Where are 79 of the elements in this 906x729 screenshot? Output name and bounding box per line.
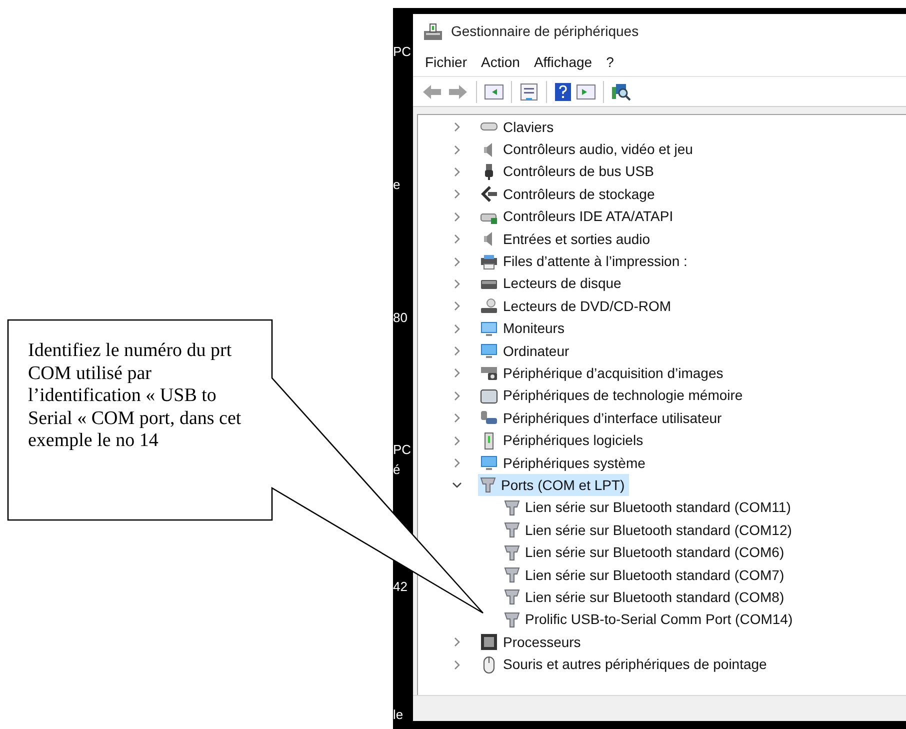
chevron-right-icon[interactable] — [452, 278, 462, 289]
tree-item[interactable]: Périphériques système — [478, 452, 650, 474]
monitor-icon — [480, 454, 498, 472]
tree-item[interactable]: Lien série sur Bluetooth standard (COM11) — [502, 496, 795, 519]
processor-chip-icon — [480, 633, 498, 652]
desktop-label: PC — [393, 43, 412, 61]
chevron-right-icon[interactable] — [452, 144, 462, 155]
tree-item[interactable]: Processeurs — [478, 631, 585, 654]
chevron-down-icon[interactable] — [452, 480, 462, 490]
callout-text: Identifiez le numéro du prt COM utilisé par l’identification « USB to Serial « COM port, dans cet exemple le no 14 — [28, 340, 242, 453]
chevron-right-icon[interactable] — [452, 413, 462, 424]
desktop-label: é — [393, 461, 400, 479]
monitor-icon — [480, 342, 498, 360]
scanner-camera-icon — [480, 364, 498, 382]
tree-item[interactable]: Lien série sur Bluetooth standard (COM12) — [502, 519, 796, 542]
chevron-right-icon[interactable] — [452, 166, 462, 177]
tree-item[interactable]: Périphériques de technologie mémoire — [478, 384, 747, 407]
desktop-label: 80 — [393, 309, 408, 327]
monitor-icon — [480, 320, 498, 338]
properties-sheet-icon[interactable] — [519, 82, 539, 100]
diamond-arrow-icon — [480, 185, 498, 204]
chevron-right-icon[interactable] — [452, 368, 462, 378]
menu-item[interactable]: Affichage — [528, 52, 598, 73]
tree-item[interactable]: Prolific USB-to-Serial Comm Port (COM14) — [502, 608, 797, 631]
chevron-right-icon[interactable] — [452, 234, 462, 244]
chevron-right-icon[interactable] — [452, 346, 462, 356]
optical-drive-icon — [480, 297, 498, 316]
panel-toggle-icon[interactable] — [484, 82, 504, 100]
port-connector-icon — [504, 544, 520, 562]
tree-item[interactable]: Entrées et sorties audio — [478, 228, 654, 250]
chevron-right-icon[interactable] — [452, 637, 462, 648]
tree-item[interactable]: Ordinateur — [478, 340, 574, 362]
panel-play-icon[interactable] — [576, 82, 596, 100]
device-manager-icon — [423, 22, 443, 42]
chevron-right-icon[interactable] — [452, 390, 462, 401]
tree-item[interactable]: Moniteurs — [478, 318, 568, 340]
chevron-right-icon[interactable] — [452, 324, 462, 334]
tree-item[interactable]: Périphérique d’acquisition d’images — [478, 362, 728, 384]
tree-item[interactable]: Files d’attente à l’impression : — [478, 250, 692, 273]
tree-item[interactable]: Contrôleurs audio, vidéo et jeu — [478, 138, 697, 161]
help-icon[interactable] — [554, 82, 572, 102]
port-connector-icon — [504, 588, 520, 606]
menu-item[interactable]: Action — [475, 52, 526, 73]
tree-item[interactable]: Lecteurs de DVD/CD-ROM — [478, 295, 676, 318]
chevron-right-icon[interactable] — [452, 458, 462, 468]
port-connector-icon — [504, 610, 520, 629]
chevron-right-icon[interactable] — [452, 212, 462, 222]
window-title: Gestionnaire de périphériques — [451, 22, 639, 41]
port-connector-icon — [504, 521, 520, 540]
tree-item[interactable]: Lien série sur Bluetooth standard (COM8) — [502, 586, 788, 608]
tree-item[interactable]: Ports (COM et LPT) — [478, 474, 629, 496]
tree-item[interactable]: Contrôleurs IDE ATA/ATAPI — [478, 206, 678, 228]
tree-item[interactable]: Souris et autres périphériques de pointage — [478, 654, 771, 676]
chevron-right-icon[interactable] — [452, 301, 462, 312]
desktop-label: PC — [393, 441, 412, 459]
menu-item[interactable]: ? — [600, 52, 620, 73]
tree-item[interactable]: Lien série sur Bluetooth standard (COM6) — [502, 542, 788, 564]
port-connector-icon — [504, 498, 520, 517]
printer-icon — [480, 252, 498, 271]
chevron-right-icon[interactable] — [452, 189, 462, 200]
chevron-right-icon[interactable] — [452, 436, 462, 446]
tree-item[interactable]: Contrôleurs de bus USB — [478, 160, 658, 183]
chevron-right-icon[interactable] — [452, 256, 462, 267]
desktop-label: e — [393, 176, 400, 194]
chevron-right-icon[interactable] — [452, 122, 462, 132]
desktop-label: le — [393, 706, 404, 724]
tree-item[interactable]: Lien série sur Bluetooth standard (COM7) — [502, 564, 788, 586]
port-connector-icon — [480, 476, 496, 494]
tree-item[interactable]: Claviers — [478, 116, 558, 138]
tree-item[interactable]: Lecteurs de disque — [478, 272, 626, 295]
tree-item[interactable]: Périphériques d’interface utilisateur — [478, 407, 726, 430]
tree-item[interactable]: Contrôleurs de stockage — [478, 183, 659, 206]
memory-card-icon — [480, 386, 498, 405]
menu-item[interactable]: Fichier — [419, 52, 474, 73]
tree-item[interactable]: Périphériques logiciels — [478, 430, 648, 452]
port-connector-icon — [504, 566, 520, 584]
chevron-right-icon[interactable] — [452, 660, 462, 670]
desktop-label: 42 — [393, 578, 408, 596]
scan-hardware-icon[interactable] — [611, 82, 631, 102]
